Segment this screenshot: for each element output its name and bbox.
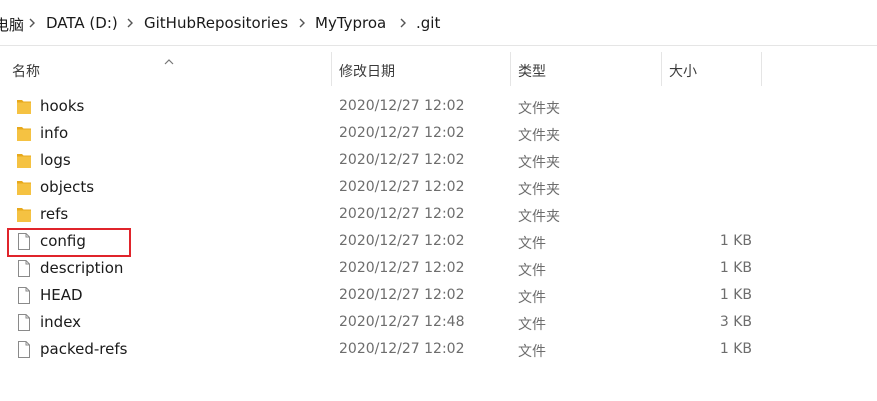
file-name[interactable]: packed-refs [40, 340, 127, 358]
file-icon [16, 313, 32, 332]
column-header-size[interactable]: 大小 [669, 61, 697, 81]
file-row[interactable]: packed-refs 2020/12/27 12:02 文件 1 KB [0, 336, 877, 363]
file-size: 3 KB [719, 314, 752, 330]
column-header-modified[interactable]: 修改日期 [339, 61, 395, 81]
file-row[interactable]: objects 2020/12/27 12:02 文件夹 [0, 174, 877, 201]
file-row[interactable]: config 2020/12/27 12:02 文件 1 KB [0, 228, 877, 255]
file-modified: 2020/12/27 12:02 [339, 152, 465, 168]
file-icon [16, 340, 32, 359]
file-row[interactable]: hooks 2020/12/27 12:02 文件夹 [0, 93, 877, 120]
file-type: 文件 [518, 236, 546, 252]
file-row[interactable]: info 2020/12/27 12:02 文件夹 [0, 120, 877, 147]
file-modified: 2020/12/27 12:02 [339, 206, 465, 222]
file-name[interactable]: HEAD [40, 286, 83, 304]
chevron-right-icon[interactable] [396, 16, 410, 30]
file-modified: 2020/12/27 12:02 [339, 287, 465, 303]
file-modified: 2020/12/27 12:02 [339, 98, 465, 114]
file-type: 文件 [518, 263, 546, 279]
file-name[interactable]: hooks [40, 97, 84, 115]
breadcrumb-item-computer[interactable]: 电脑 [0, 14, 24, 35]
breadcrumb-item-git[interactable]: .git [416, 14, 440, 32]
column-divider[interactable] [331, 52, 332, 86]
column-divider[interactable] [661, 52, 662, 86]
file-type: 文件夹 [518, 155, 560, 171]
file-name[interactable]: info [40, 124, 68, 142]
column-divider[interactable] [761, 52, 762, 86]
folder-icon [16, 178, 32, 197]
breadcrumb-item-drive[interactable]: DATA (D:) [46, 14, 118, 32]
file-name[interactable]: objects [40, 178, 94, 196]
file-size: 1 KB [719, 287, 752, 303]
file-name[interactable]: description [40, 259, 123, 277]
file-type: 文件 [518, 344, 546, 360]
file-type: 文件 [518, 317, 546, 333]
file-modified: 2020/12/27 12:48 [339, 314, 465, 330]
file-modified: 2020/12/27 12:02 [339, 179, 465, 195]
folder-icon [16, 205, 32, 224]
file-row[interactable]: logs 2020/12/27 12:02 文件夹 [0, 147, 877, 174]
chevron-right-icon[interactable] [123, 16, 137, 30]
breadcrumb-item-githubrepositories[interactable]: GitHubRepositories [144, 14, 288, 32]
file-row[interactable]: refs 2020/12/27 12:02 文件夹 [0, 201, 877, 228]
column-header-name[interactable]: 名称 [12, 61, 40, 81]
file-row[interactable]: description 2020/12/27 12:02 文件 1 KB [0, 255, 877, 282]
highlight-box [7, 228, 131, 257]
file-icon [16, 259, 32, 278]
file-type: 文件夹 [518, 128, 560, 144]
file-icon [16, 286, 32, 305]
file-name[interactable]: index [40, 313, 81, 331]
column-divider[interactable] [510, 52, 511, 86]
file-size: 1 KB [719, 233, 752, 249]
chevron-right-icon[interactable] [25, 16, 39, 30]
file-type: 文件夹 [518, 182, 560, 198]
folder-icon [16, 97, 32, 116]
file-modified: 2020/12/27 12:02 [339, 125, 465, 141]
file-name[interactable]: logs [40, 151, 71, 169]
folder-icon [16, 124, 32, 143]
column-header-type[interactable]: 类型 [518, 61, 546, 81]
chevron-right-icon[interactable] [295, 16, 309, 30]
breadcrumb: 电脑 DATA (D:) GitHubRepositories MyTyproa… [0, 0, 877, 46]
file-type: 文件 [518, 290, 546, 306]
file-modified: 2020/12/27 12:02 [339, 233, 465, 249]
file-name[interactable]: refs [40, 205, 68, 223]
file-size: 1 KB [719, 260, 752, 276]
column-header-row: 名称 修改日期 类型 大小 [0, 46, 877, 90]
file-row[interactable]: index 2020/12/27 12:48 文件 3 KB [0, 309, 877, 336]
file-modified: 2020/12/27 12:02 [339, 260, 465, 276]
file-row[interactable]: HEAD 2020/12/27 12:02 文件 1 KB [0, 282, 877, 309]
file-modified: 2020/12/27 12:02 [339, 341, 465, 357]
file-size: 1 KB [719, 341, 752, 357]
sort-ascending-icon [163, 51, 175, 70]
file-type: 文件夹 [518, 101, 560, 117]
file-type: 文件夹 [518, 209, 560, 225]
breadcrumb-item-mytyproa[interactable]: MyTyproa [315, 14, 386, 32]
folder-icon [16, 151, 32, 170]
